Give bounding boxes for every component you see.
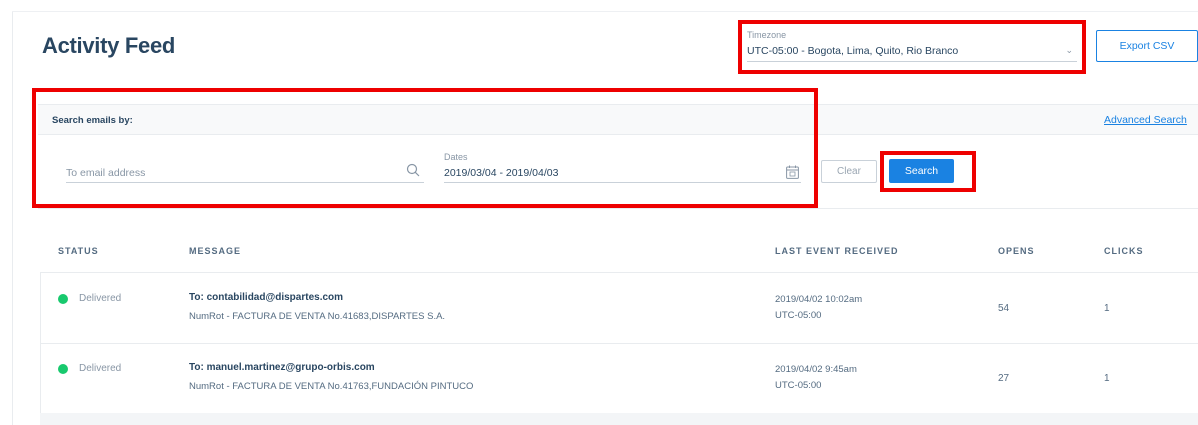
search-highlight-box <box>32 88 818 208</box>
chevron-down-icon: ⌄ <box>1065 45 1073 55</box>
frame-left-border <box>12 12 13 425</box>
clicks-count: 1 <box>1104 373 1110 384</box>
column-header-opens[interactable]: OPENS <box>998 246 1035 256</box>
event-timezone: UTC-05:00 <box>775 380 822 391</box>
clear-button[interactable]: Clear <box>821 160 877 183</box>
section-divider <box>38 208 1198 209</box>
search-button[interactable]: Search <box>889 159 954 183</box>
page-title: Activity Feed <box>42 33 176 58</box>
calendar-icon[interactable] <box>786 165 799 179</box>
column-header-message[interactable]: MESSAGE <box>189 246 241 256</box>
event-timezone: UTC-05:00 <box>775 310 822 321</box>
timezone-value: UTC-05:00 - Bogota, Lima, Quito, Rio Bra… <box>747 45 959 57</box>
opens-count: 54 <box>998 303 1010 314</box>
column-header-last-event[interactable]: LAST EVENT RECEIVED <box>775 246 899 256</box>
table-left-border <box>40 272 41 425</box>
table-row-divider <box>40 272 1198 273</box>
status-text: Delivered <box>79 293 122 304</box>
search-icon <box>406 163 420 177</box>
email-search-input[interactable]: To email address <box>66 155 424 183</box>
message-subject: NumRot - FACTURA DE VENTA No.41683,DISPA… <box>189 311 446 322</box>
dates-label: Dates <box>444 152 468 162</box>
message-recipient[interactable]: To: manuel.martinez@grupo-orbis.com <box>189 362 375 373</box>
table-row-divider <box>40 343 1198 344</box>
timezone-label: Timezone <box>747 30 787 40</box>
message-recipient[interactable]: To: contabilidad@dispartes.com <box>189 292 343 303</box>
event-date: 2019/04/02 9:45am <box>775 364 857 375</box>
status-dot-icon <box>58 364 68 374</box>
status-dot-icon <box>58 294 68 304</box>
dates-value: 2019/03/04 - 2019/04/03 <box>444 167 559 179</box>
dates-input[interactable]: Dates 2019/03/04 - 2019/04/03 <box>444 150 801 183</box>
advanced-search-link[interactable]: Advanced Search <box>1104 114 1187 126</box>
email-placeholder: To email address <box>66 167 146 179</box>
opens-count: 27 <box>998 373 1010 384</box>
frame-top-border <box>12 11 1198 12</box>
export-csv-button[interactable]: Export CSV <box>1096 30 1198 62</box>
event-date: 2019/04/02 10:02am <box>775 294 863 305</box>
status-text: Delivered <box>79 363 122 374</box>
message-subject: NumRot - FACTURA DE VENTA No.41763,FUNDA… <box>189 381 474 392</box>
column-header-clicks[interactable]: CLICKS <box>1104 246 1144 256</box>
clicks-count: 1 <box>1104 303 1110 314</box>
column-header-status[interactable]: STATUS <box>58 246 99 256</box>
table-bottom-band <box>40 413 1198 425</box>
timezone-select[interactable]: Timezone UTC-05:00 - Bogota, Lima, Quito… <box>747 28 1077 62</box>
